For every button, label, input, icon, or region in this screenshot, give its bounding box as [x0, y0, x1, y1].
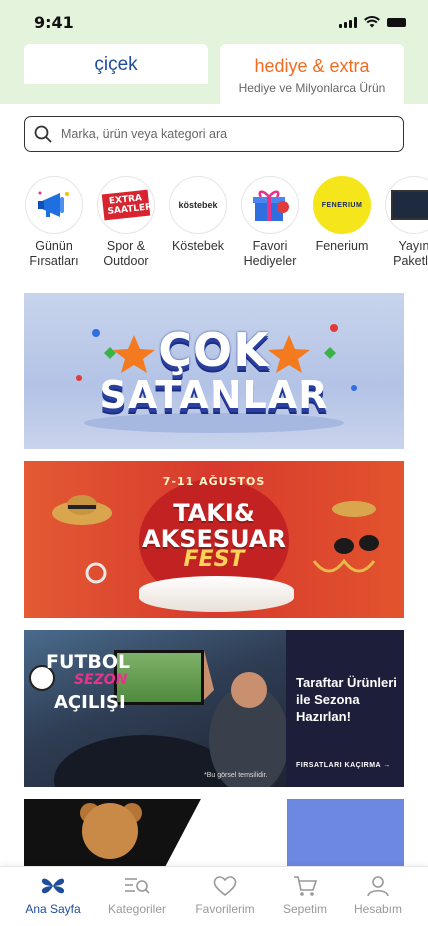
tab-hediye-subtitle: Hediye ve Milyonlarca Ürün — [238, 81, 386, 95]
banner-title-line3: FEST — [183, 547, 245, 572]
banner-title-line1: ÇOK — [158, 323, 270, 377]
banner-taki-aksesuar-fest[interactable]: 7-11 AĞUSTOS TAKI& AKSESUAR FEST — [24, 461, 404, 618]
search-bar[interactable] — [24, 116, 404, 152]
categories-search-icon — [125, 878, 150, 894]
category-item-kostebek[interactable]: köstebek Köstebek — [158, 176, 238, 254]
teddy-bear-image — [82, 803, 138, 859]
nav-kategoriler[interactable]: Kategoriler — [94, 875, 180, 916]
bottom-nav: Ana Sayfa Kategoriler Favorilerim Sepeti… — [0, 866, 428, 926]
nav-hesabim[interactable]: Hesabım — [335, 875, 421, 916]
tab-hediye-label: hediye & extra — [254, 56, 370, 76]
status-icons — [339, 16, 406, 28]
gift-box-icon — [241, 176, 299, 234]
kostebek-logo: köstebek — [169, 176, 227, 234]
banner-date: 7-11 AĞUSTOS — [162, 475, 266, 488]
banner-title-line2: SATANLAR — [99, 373, 329, 417]
category-item-gunun-firsatlari[interactable]: Günün Fırsatları — [14, 176, 94, 269]
banner-photo: FUTBOL SEZON AÇILIŞI *Bu görsel temsilid… — [24, 630, 286, 787]
category-item-favori-hediyeler[interactable]: Favori Hediyeler — [230, 176, 310, 269]
nav-favorilerim[interactable]: Favorilerim — [182, 875, 268, 916]
user-icon — [367, 876, 389, 897]
tab-hediye-extra[interactable]: hediye & extra Hediye ve Milyonlarca Ürü… — [220, 44, 404, 104]
megaphone-icon — [25, 176, 83, 234]
banner-title-line1: FUTBOL — [46, 651, 131, 673]
heart-icon — [213, 876, 237, 897]
category-label: Köstebek — [171, 239, 225, 253]
category-label: Favori Hediyeler — [243, 239, 297, 268]
banner-title-line2: SEZON — [74, 672, 128, 688]
cart-icon — [294, 876, 318, 896]
status-time: 9:41 — [34, 13, 74, 32]
banner-title-line1: TAKI& — [173, 499, 255, 527]
banner-futbol-sezon-acilisi[interactable]: FUTBOL SEZON AÇILIŞI *Bu görsel temsilid… — [24, 630, 404, 787]
banner-side-panel: Taraftar Ürünleri ile Sezona Hazırlan! F… — [286, 630, 404, 787]
banner-podium — [139, 576, 294, 612]
status-bar: 9:41 — [0, 0, 428, 44]
extra-saatler-logo: EXTRA SAATLER — [97, 176, 155, 234]
tv-package-icon — [385, 176, 428, 234]
banner-cta[interactable]: FIRSATLARI KAÇIRMA → — [296, 762, 391, 769]
category-carousel[interactable]: Günün Fırsatları EXTRA SAATLER Spor & Outd… — [0, 176, 428, 276]
cellular-signal-icon — [339, 16, 357, 28]
category-item-yayin-paketleri[interactable]: YayınPaketle — [374, 176, 428, 269]
banner-cok-satanlar[interactable]: ÇOK SATANLAR — [24, 293, 404, 449]
nav-label: Ana Sayfa — [25, 902, 81, 916]
wifi-icon — [364, 16, 380, 28]
category-label: Spor & Outdoor — [103, 239, 149, 268]
category-label: Günün Fırsatları — [29, 239, 79, 268]
fenerium-logo: FENERIUM — [313, 176, 371, 234]
banner-disclaimer: *Bu görsel temsilidir. — [204, 772, 268, 779]
battery-icon — [387, 17, 406, 27]
store-tabs: çiçek hediye & extra Hediye ve Milyonlar… — [0, 44, 428, 104]
category-item-fenerium[interactable]: FENERIUM Fenerium — [302, 176, 382, 254]
category-label: Fenerium — [315, 239, 369, 253]
category-item-spor-outdoor[interactable]: EXTRA SAATLER Spor & Outdoor — [86, 176, 166, 269]
nav-label: Kategoriler — [107, 902, 167, 916]
banner-teddy-bear[interactable] — [24, 799, 404, 869]
banner-title-line3: AÇILIŞI — [54, 692, 126, 713]
banner-panel-text: Taraftar Ürünleri ile Sezona Hazırlan! — [296, 675, 397, 724]
search-icon — [34, 125, 52, 143]
category-label: YayınPaketle — [393, 239, 428, 268]
nav-label: Hesabım — [353, 902, 403, 916]
nav-ana-sayfa[interactable]: Ana Sayfa — [10, 875, 96, 916]
search-input[interactable] — [61, 122, 391, 146]
tab-cicek-label: çiçek — [94, 54, 138, 75]
nav-label: Favorilerim — [195, 902, 255, 916]
tab-cicek[interactable]: çiçek — [24, 44, 208, 84]
home-icon — [41, 878, 65, 894]
